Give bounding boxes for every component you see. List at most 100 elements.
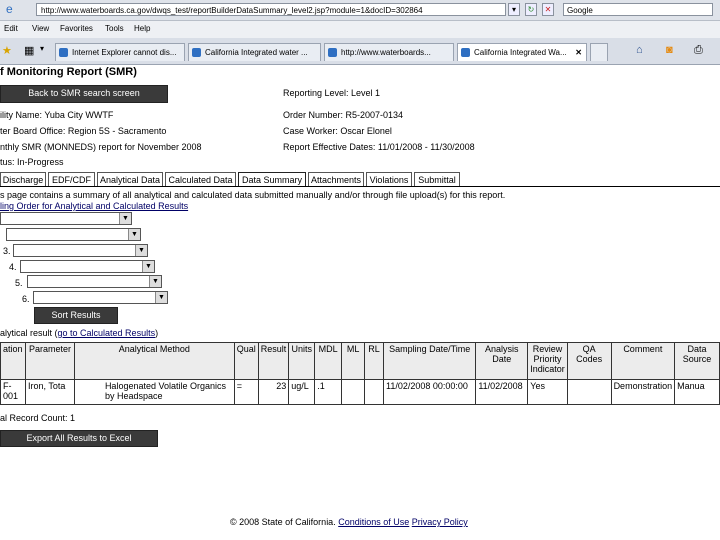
cell-qa-codes bbox=[566, 379, 612, 405]
feeds-icon[interactable]: ◙ bbox=[666, 44, 673, 56]
chevron-down-icon: ▼ bbox=[128, 229, 140, 240]
conditions-of-use-link[interactable]: Conditions of Use bbox=[338, 517, 409, 527]
menu-view[interactable]: View bbox=[32, 24, 49, 33]
col-data-source[interactable]: Data Source bbox=[674, 342, 720, 380]
search-input[interactable]: Google bbox=[563, 3, 713, 16]
case-worker: Case Worker: Oscar Elonel bbox=[283, 126, 392, 136]
tab-submittal[interactable]: Submittal bbox=[414, 172, 460, 187]
home-icon[interactable]: ⌂ bbox=[636, 44, 643, 56]
col-location[interactable]: ation bbox=[0, 342, 26, 380]
table-row: F-001 Iron, Tota Halogenated Volatile Or… bbox=[0, 379, 720, 405]
tab-divider bbox=[0, 186, 720, 187]
sort-select-3[interactable]: ▼ bbox=[13, 244, 148, 257]
address-bar: e http://www.waterboards.ca.gov/dwqs_tes… bbox=[0, 0, 720, 21]
col-ml[interactable]: ML bbox=[341, 342, 366, 380]
table-header-row: ation Parameter Analytical Method Qual R… bbox=[0, 342, 720, 380]
col-parameter[interactable]: Parameter bbox=[24, 342, 75, 380]
board-office: ter Board Office: Region 5S - Sacramento bbox=[0, 126, 167, 136]
tab-attachments[interactable]: Attachments bbox=[308, 172, 364, 187]
menu-tools[interactable]: Tools bbox=[105, 24, 124, 33]
col-mdl[interactable]: MDL bbox=[314, 342, 343, 380]
copyright-text: © 2008 State of California. bbox=[230, 517, 336, 527]
tab-data-summary[interactable]: Data Summary bbox=[238, 172, 306, 187]
chevron-down-icon: ▼ bbox=[119, 213, 131, 224]
sort-number-6: 6. bbox=[22, 294, 30, 304]
cell-parameter: Iron, Tota bbox=[24, 379, 75, 405]
page-title: f Monitoring Report (SMR) bbox=[0, 66, 137, 78]
cell-location: F-001 bbox=[0, 379, 26, 405]
cell-comment: Demonstration bbox=[610, 379, 676, 405]
col-qual[interactable]: Qual bbox=[233, 342, 259, 380]
browser-tab-4[interactable]: California Integrated Wa... ✕ bbox=[457, 43, 587, 61]
results-heading-text: alytical result ( bbox=[0, 328, 58, 338]
order-number: Order Number: R5-2007-0134 bbox=[283, 110, 404, 120]
effective-dates: Report Effective Dates: 11/01/2008 - 11/… bbox=[283, 142, 475, 152]
col-analysis-date[interactable]: Analysis Date bbox=[475, 342, 529, 380]
cell-review-priority: Yes bbox=[527, 379, 568, 405]
tab-calculated-data[interactable]: Calculated Data bbox=[165, 172, 236, 187]
col-rl[interactable]: RL bbox=[364, 342, 385, 380]
refresh-icon[interactable]: ↻ bbox=[525, 3, 537, 16]
facility-name: ility Name: Yuba City WWTF bbox=[0, 110, 114, 120]
sort-number-3: 3. bbox=[3, 246, 11, 256]
chevron-down-icon: ▼ bbox=[155, 292, 167, 303]
page-icon bbox=[59, 48, 68, 57]
cell-result: 23 bbox=[257, 379, 290, 405]
privacy-policy-link[interactable]: Privacy Policy bbox=[412, 517, 468, 527]
status-text: tus: In-Progress bbox=[0, 157, 64, 167]
cell-qual: = bbox=[233, 379, 259, 405]
col-units[interactable]: Units bbox=[288, 342, 316, 380]
tab-edf-cdf[interactable]: EDF/CDF bbox=[48, 172, 95, 187]
cell-units: ug/L bbox=[288, 379, 316, 405]
address-dropdown-icon[interactable]: ▾ bbox=[508, 3, 520, 16]
stop-icon[interactable]: ✕ bbox=[542, 3, 554, 16]
col-method[interactable]: Analytical Method bbox=[73, 342, 235, 380]
results-table: ation Parameter Analytical Method Qual R… bbox=[0, 342, 720, 405]
sort-number-4: 4. bbox=[9, 262, 17, 272]
export-excel-button[interactable]: Export All Results to Excel bbox=[0, 430, 158, 447]
chevron-down-icon: ▼ bbox=[142, 261, 154, 272]
sort-order-link[interactable]: ling Order for Analytical and Calculated… bbox=[0, 201, 188, 211]
col-result[interactable]: Result bbox=[257, 342, 290, 380]
browser-tab-3[interactable]: http://www.waterboards... bbox=[324, 43, 454, 61]
favorites-star-icon[interactable]: ★ bbox=[2, 44, 12, 57]
cell-rl bbox=[364, 379, 385, 405]
cell-mdl: .1 bbox=[314, 379, 343, 405]
sort-number-5: 5. bbox=[15, 278, 23, 288]
tab-violations[interactable]: Violations bbox=[366, 172, 412, 187]
calculated-results-link[interactable]: go to Calculated Results bbox=[58, 328, 156, 338]
browser-tab-1[interactable]: Internet Explorer cannot dis... bbox=[55, 43, 185, 61]
tab-list-icon[interactable]: ▾ bbox=[40, 44, 44, 53]
col-review-priority[interactable]: Review Priority Indicator bbox=[527, 342, 568, 380]
col-qa-codes[interactable]: QA Codes bbox=[566, 342, 612, 380]
sort-select-6[interactable]: ▼ bbox=[33, 291, 168, 304]
tab-discharge[interactable]: Discharge bbox=[0, 172, 46, 187]
cell-data-source: Manua bbox=[674, 379, 720, 405]
sort-results-button[interactable]: Sort Results bbox=[34, 307, 118, 324]
print-icon[interactable]: ⎙ bbox=[694, 44, 703, 57]
browser-tab-2[interactable]: California Integrated water ... bbox=[188, 43, 321, 61]
tab-analytical-data[interactable]: Analytical Data bbox=[97, 172, 163, 187]
sort-select-1[interactable]: ▼ bbox=[0, 212, 132, 225]
sort-select-5[interactable]: ▼ bbox=[27, 275, 162, 288]
quick-tabs-icon[interactable]: ▦ bbox=[24, 44, 34, 57]
new-tab-button[interactable] bbox=[590, 43, 608, 61]
browser-tab-strip: ★ ▦ ▾ Internet Explorer cannot dis... Ca… bbox=[0, 38, 720, 65]
page-description: s page contains a summary of all analyti… bbox=[0, 190, 506, 200]
col-comment[interactable]: Comment bbox=[610, 342, 676, 380]
report-name: nthly SMR (MONNEDS) report for November … bbox=[0, 142, 202, 152]
cell-method: Halogenated Volatile Organics by Headspa… bbox=[73, 379, 235, 405]
sort-select-4[interactable]: ▼ bbox=[20, 260, 155, 273]
chevron-down-icon: ▼ bbox=[135, 245, 147, 256]
sort-select-2[interactable]: ▼ bbox=[6, 228, 141, 241]
menu-help[interactable]: Help bbox=[134, 24, 150, 33]
back-to-search-button[interactable]: Back to SMR search screen bbox=[0, 85, 168, 103]
menu-edit[interactable]: Edit bbox=[4, 24, 18, 33]
menu-favorites[interactable]: Favorites bbox=[60, 24, 93, 33]
menu-bar: Edit View Favorites Tools Help bbox=[0, 21, 720, 38]
ie-logo-icon: e bbox=[6, 2, 13, 16]
url-field[interactable]: http://www.waterboards.ca.gov/dwqs_test/… bbox=[36, 3, 506, 16]
close-tab-icon[interactable]: ✕ bbox=[575, 44, 582, 61]
col-sampling-date[interactable]: Sampling Date/Time bbox=[383, 342, 477, 380]
footer: © 2008 State of California. Conditions o… bbox=[230, 517, 468, 527]
